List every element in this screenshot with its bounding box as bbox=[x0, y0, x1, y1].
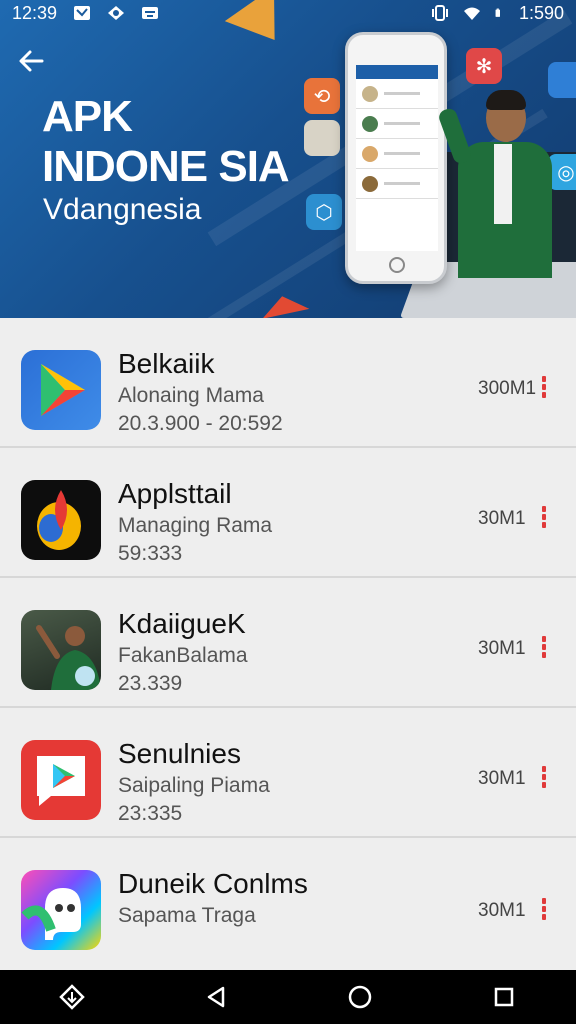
colorful-ghost-icon bbox=[21, 870, 101, 950]
more-options-button[interactable] bbox=[534, 764, 554, 794]
app-meta: 59:333 bbox=[118, 542, 183, 565]
wifi-icon bbox=[463, 7, 480, 20]
app-name: Senulnies bbox=[118, 738, 241, 769]
red-paper-plane-icon bbox=[258, 291, 310, 318]
app-meta: 23:335 bbox=[118, 802, 183, 825]
location-icon bbox=[108, 6, 125, 20]
more-options-button[interactable] bbox=[534, 374, 554, 404]
more-options-button[interactable] bbox=[534, 634, 554, 664]
app-developer: Sapama Traga bbox=[118, 904, 256, 927]
app-developer: FakanBalama bbox=[118, 644, 248, 667]
system-nav-bar bbox=[0, 970, 576, 1024]
app-size: 30M1 bbox=[478, 900, 526, 921]
app-name: Applsttail bbox=[118, 478, 232, 509]
hero-banner: APK INDONE SIA Vdangnesia ⟲ ⬡ ✻ ◎ bbox=[0, 0, 576, 318]
more-options-button[interactable] bbox=[534, 896, 554, 926]
nav-extra-button[interactable] bbox=[52, 977, 92, 1017]
swirl-icon: ◎ bbox=[548, 154, 576, 190]
more-options-button[interactable] bbox=[534, 504, 554, 534]
banner-subtitle: Vdangnesia bbox=[43, 193, 202, 226]
app-size: 300M1 bbox=[478, 378, 537, 399]
phone-row bbox=[356, 79, 438, 109]
list-item[interactable]: Applsttail Managing Rama 59:333 30M1 bbox=[0, 448, 576, 578]
cube-icon: ⬡ bbox=[306, 194, 342, 230]
app-meta: 23.339 bbox=[118, 672, 183, 695]
person-photo-icon bbox=[21, 610, 101, 690]
back-button[interactable] bbox=[14, 44, 48, 78]
flame-icon bbox=[21, 480, 101, 560]
vibrate-icon bbox=[431, 5, 448, 21]
app-size: 30M1 bbox=[478, 768, 526, 789]
list-item[interactable]: Senulnies Saipaling Piama 23:335 30M1 bbox=[0, 708, 576, 838]
app-developer: Managing Rama bbox=[118, 514, 273, 537]
photo-app-icon bbox=[304, 120, 340, 156]
app-name: KdaiigueK bbox=[118, 608, 246, 639]
list-item[interactable]: Belkaiik Alonaing Mama 20.3.900 - 20:592… bbox=[0, 318, 576, 448]
play-store-icon bbox=[21, 350, 101, 430]
phone-row bbox=[356, 169, 438, 199]
banner-title: APK INDONE SIA bbox=[42, 92, 290, 192]
app-developer: Alonaing Mama bbox=[118, 384, 264, 407]
phone-home-button bbox=[389, 257, 405, 273]
recents-square-icon bbox=[494, 987, 514, 1007]
phone-header bbox=[356, 65, 438, 79]
nav-back-button[interactable] bbox=[196, 977, 236, 1017]
presenter-figure bbox=[436, 88, 552, 278]
arrow-left-icon bbox=[19, 50, 44, 72]
app-size: 30M1 bbox=[478, 638, 526, 659]
play-message-icon bbox=[21, 740, 101, 820]
banner-title-line1: APK bbox=[42, 92, 133, 141]
phone-mockup bbox=[345, 32, 447, 284]
status-bar: 12:39 1:590 bbox=[0, 0, 576, 26]
phone-screen bbox=[356, 65, 438, 251]
nav-recents-button[interactable] bbox=[484, 977, 524, 1017]
gear-icon: ✻ bbox=[466, 48, 502, 84]
list-item[interactable]: KdaiigueK FakanBalama 23.339 30M1 bbox=[0, 578, 576, 708]
message-icon bbox=[74, 6, 91, 20]
phone-row bbox=[356, 139, 438, 169]
status-time: 12:39 bbox=[12, 2, 58, 23]
back-triangle-icon bbox=[207, 986, 225, 1008]
app-name: Belkaiik bbox=[118, 348, 215, 379]
chat-app-icon: ⟲ bbox=[304, 78, 340, 114]
list-app-icon bbox=[548, 62, 576, 98]
status-time-right: 1:590 bbox=[518, 2, 564, 23]
phone-row bbox=[356, 109, 438, 139]
app-list: Belkaiik Alonaing Mama 20.3.900 - 20:592… bbox=[0, 318, 576, 970]
list-item[interactable]: Duneik Conlms Sapama Traga 30M1 bbox=[0, 838, 576, 968]
home-circle-icon bbox=[348, 985, 372, 1009]
app-size: 30M1 bbox=[478, 508, 526, 529]
banner-title-line2: INDONE SIA bbox=[42, 142, 290, 191]
cast-icon bbox=[142, 7, 159, 19]
app-developer: Saipaling Piama bbox=[118, 774, 270, 797]
app-name: Duneik Conlms bbox=[118, 868, 308, 899]
diamond-down-icon bbox=[59, 984, 85, 1010]
app-meta: 20.3.900 - 20:592 bbox=[118, 412, 283, 435]
nav-home-button[interactable] bbox=[340, 977, 380, 1017]
battery-icon bbox=[495, 8, 500, 17]
